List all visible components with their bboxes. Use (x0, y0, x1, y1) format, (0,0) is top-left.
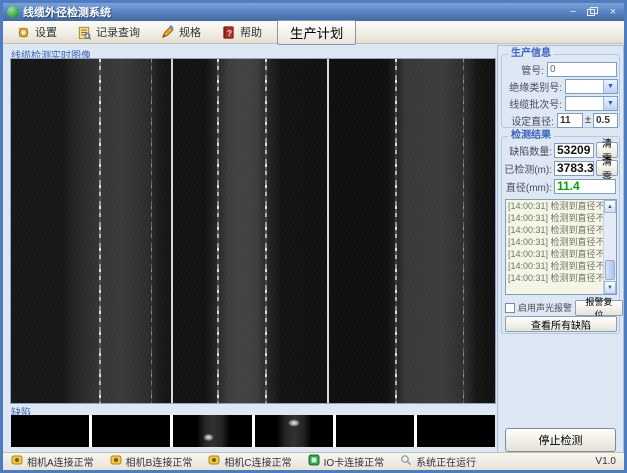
io-card-icon (308, 454, 320, 469)
view-all-defects-button[interactable]: 查看所有缺陷 (505, 316, 617, 332)
title-bar: 线缆外径检测系统 − × (3, 3, 624, 21)
camera-status-icon (11, 454, 23, 469)
svg-text:?: ? (227, 27, 232, 37)
camera-c-status: 相机C连接正常 (208, 454, 291, 469)
spec-icon (160, 25, 175, 40)
production-plan-button[interactable]: 生产计划 (277, 20, 356, 45)
plus-minus-sign: ± (585, 114, 591, 126)
production-info-title: 生产信息 (508, 48, 554, 60)
system-running-status: 系统正在运行 (400, 454, 476, 469)
log-entry: [14:00:31] 检测到直径不合格 (506, 236, 616, 248)
category-select[interactable]: ▼ (565, 79, 618, 94)
camera-status-icon (208, 454, 220, 469)
settings-button[interactable]: 设置 (11, 22, 62, 42)
defect-thumbnail-strip (11, 415, 495, 447)
alarm-checkbox[interactable] (505, 303, 515, 313)
restore-icon[interactable] (587, 7, 599, 17)
record-query-icon (77, 25, 92, 40)
defect-thumbnail[interactable] (255, 415, 333, 447)
diameter-label: 直径(mm): (504, 179, 552, 194)
scroll-down-icon[interactable]: ▼ (604, 281, 616, 294)
camera-status-icon (110, 454, 122, 469)
measured-length-label: 已检测(m): (504, 161, 552, 176)
detection-result-group: 检测结果 缺陷数量: 53209 清零 已检测(m): 3783.3 清零 直径… (501, 136, 620, 334)
toolbar: 设置 记录查询 规格 ? 帮助 生产计划 (3, 21, 624, 44)
set-diameter-input[interactable]: 11 (557, 113, 583, 128)
alarm-reset-button[interactable]: 报警复位 (575, 300, 623, 316)
log-entry: [14:00:31] 检测到直径不合格 (506, 248, 616, 260)
spec-button[interactable]: 规格 (155, 22, 206, 42)
camera-a-status-text: 相机A连接正常 (27, 454, 94, 469)
clear-measured-button[interactable]: 清零 (596, 160, 618, 176)
help-label: 帮助 (240, 24, 262, 40)
camera-a-status: 相机A连接正常 (11, 454, 94, 469)
window-title: 线缆外径检测系统 (23, 4, 566, 20)
batch-select[interactable]: ▼ (565, 96, 618, 111)
log-entry: [14:00:31] 检测到直径不合格 (506, 200, 616, 212)
log-entry: [14:00:31] 检测到直径不合格 (506, 260, 616, 272)
log-entry: [14:00:31] 检测到直径不合格 (506, 212, 616, 224)
detection-result-title: 检测结果 (508, 130, 554, 142)
category-label: 绝缘类别号: (504, 79, 562, 94)
detection-log-list[interactable]: [14:00:31] 检测到直径不合格 [14:00:31] 检测到直径不合格 … (505, 199, 617, 295)
defect-count-value: 53209 (554, 143, 594, 158)
production-info-group: 生产信息 管号: 0 绝缘类别号: ▼ 线缆批次号: ▼ 设定直径 (501, 54, 620, 128)
app-window: 线缆外径检测系统 − × 设置 记录查询 规格 (0, 0, 627, 473)
log-scrollbar[interactable]: ▲ ▼ (603, 200, 616, 294)
record-query-button[interactable]: 记录查询 (72, 22, 145, 42)
chevron-down-icon[interactable]: ▼ (603, 80, 617, 93)
log-entry: [14:00:31] 检测到直径不合格 (506, 272, 616, 284)
camera-b-status-text: 相机B连接正常 (126, 454, 193, 469)
io-card-status-text: IO卡连接正常 (324, 454, 385, 469)
minimize-icon[interactable]: − (566, 5, 580, 19)
search-icon (400, 454, 412, 469)
help-button[interactable]: ? 帮助 (216, 22, 267, 42)
close-icon[interactable]: × (606, 5, 620, 19)
defect-thumbnail[interactable] (173, 415, 251, 447)
version-label: V1.0 (595, 453, 616, 470)
settings-icon (16, 25, 31, 40)
camera-b-status: 相机B连接正常 (110, 454, 193, 469)
io-card-status: IO卡连接正常 (308, 454, 385, 469)
defect-count-label: 缺陷数量: (504, 143, 552, 158)
batch-label: 线缆批次号: (504, 96, 562, 111)
diameter-value: 11.4 (554, 179, 616, 194)
defect-thumbnail[interactable] (92, 415, 170, 447)
scroll-up-icon[interactable]: ▲ (604, 200, 616, 213)
set-diameter-label: 设定直径: (504, 113, 554, 128)
camera-live-view (11, 59, 495, 403)
stop-detection-button[interactable]: 停止检测 (505, 428, 616, 452)
help-icon: ? (221, 25, 236, 40)
image-noise-overlay (11, 59, 495, 403)
alarm-checkbox-label: 启用声光报警 (518, 301, 572, 314)
chevron-down-icon[interactable]: ▼ (603, 97, 617, 110)
status-bar: 相机A连接正常 相机B连接正常 相机C连接正常 IO卡连接正常 系统正在运行 (3, 452, 624, 470)
app-icon (7, 6, 19, 18)
system-running-text: 系统正在运行 (416, 454, 476, 469)
defect-thumbnail[interactable] (11, 415, 89, 447)
tube-no-label: 管号: (504, 62, 544, 77)
window-controls: − × (566, 5, 620, 19)
measured-length-value: 3783.3 (554, 161, 594, 176)
scrollbar-thumb[interactable] (605, 260, 615, 280)
settings-label: 设置 (35, 24, 57, 40)
defect-thumbnail[interactable] (417, 415, 495, 447)
spec-label: 规格 (179, 24, 201, 40)
tube-no-input[interactable]: 0 (547, 62, 617, 77)
control-panel: 生产信息 管号: 0 绝缘类别号: ▼ 线缆批次号: ▼ 设定直径 (497, 45, 624, 456)
record-query-label: 记录查询 (96, 24, 140, 40)
tolerance-input[interactable]: 0.5 (593, 113, 618, 128)
log-entry: [14:00:31] 检测到直径不合格 (506, 224, 616, 236)
defect-thumbnail[interactable] (336, 415, 414, 447)
camera-c-status-text: 相机C连接正常 (224, 454, 291, 469)
